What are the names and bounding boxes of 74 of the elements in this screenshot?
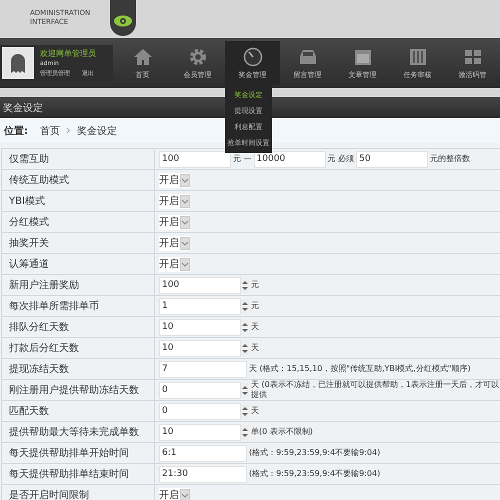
input-field[interactable]: 21:30 bbox=[159, 466, 247, 482]
input-field[interactable]: 6:1 bbox=[159, 444, 247, 462]
input-field[interactable]: 7 bbox=[159, 360, 247, 378]
breadcrumb-label: 位置: bbox=[4, 124, 28, 138]
caret-icon bbox=[180, 174, 190, 186]
settings-icon bbox=[188, 46, 208, 66]
spinner-icon[interactable] bbox=[241, 382, 249, 398]
unit-text: 元 bbox=[251, 280, 259, 290]
number-field[interactable]: 100 bbox=[159, 276, 241, 294]
table-cell: 匹配天数 bbox=[1, 401, 155, 421]
spinner-icon[interactable] bbox=[241, 340, 249, 356]
select-field[interactable]: 开启 bbox=[159, 488, 190, 500]
table-cell: 每天提供帮助排单开始时间 bbox=[1, 443, 155, 463]
number-field[interactable]: 10 bbox=[159, 318, 241, 336]
table-cell: 传统互助模式 bbox=[1, 170, 155, 190]
select-field[interactable]: 开启 bbox=[159, 256, 190, 272]
chevron-icon bbox=[66, 127, 71, 134]
unit-text: 天 (格式：15,15,10，按照"传统互助,YBI模式,分红模式"顺序) bbox=[249, 364, 471, 374]
table-cell: 是否开启时间限制 bbox=[1, 485, 155, 500]
spinner-icon[interactable] bbox=[241, 278, 249, 292]
select-field[interactable]: 开启 bbox=[159, 172, 190, 188]
spinner-icon[interactable] bbox=[241, 320, 249, 334]
caret-icon bbox=[180, 216, 190, 228]
spinner-icon[interactable] bbox=[241, 404, 249, 418]
breadcrumb-link[interactable]: 首页 bbox=[40, 124, 60, 138]
select-field[interactable]: 开启 bbox=[159, 236, 190, 250]
page-title: 奖金设定 bbox=[3, 102, 43, 114]
select-field[interactable]: 开启 bbox=[159, 214, 190, 230]
gauge-icon bbox=[242, 46, 262, 66]
sliders-icon bbox=[408, 46, 428, 66]
breadcrumb-link[interactable]: 奖金设定 bbox=[77, 124, 117, 138]
input-field[interactable]: 100 bbox=[159, 150, 231, 168]
caret-icon bbox=[180, 236, 190, 250]
unit-text: 元 必须 bbox=[328, 154, 354, 164]
input-field[interactable]: 10000 bbox=[254, 150, 326, 168]
select-field[interactable]: 开启 bbox=[159, 194, 190, 208]
welcome-text: 欢迎网单管理员 bbox=[40, 48, 96, 58]
table-cell: 认筹通道 bbox=[1, 254, 155, 274]
unit-text: 天 bbox=[251, 343, 259, 353]
table-cell: 新用户注册奖励 bbox=[1, 275, 155, 295]
spinner-icon[interactable] bbox=[241, 424, 249, 440]
caret-icon bbox=[180, 194, 190, 208]
unit-text: 天 (0表示不冻结，已注册就可以提供帮助，1表示注册一天后，才可以提供 bbox=[251, 380, 500, 400]
number-field[interactable]: 0 bbox=[159, 402, 241, 420]
unit-text: (格式：9:59,23:59,9:4不要输9:04) bbox=[249, 469, 380, 479]
avatar-icon bbox=[2, 47, 34, 79]
unit-text: 元的整倍数 bbox=[430, 154, 470, 164]
unit-text: 单(0 表示不限制) bbox=[251, 427, 313, 437]
unit-text: 天 bbox=[251, 406, 259, 416]
caret-icon bbox=[180, 258, 190, 270]
home-icon bbox=[132, 46, 152, 66]
number-field[interactable]: 10 bbox=[159, 340, 241, 356]
table-cell: 刚注册用户提供帮助冻结天数 bbox=[1, 380, 155, 400]
table-cell: 仅需互助 bbox=[1, 149, 155, 169]
caret-icon bbox=[180, 488, 190, 500]
table-cell: 抽奖开关 bbox=[1, 233, 155, 253]
number-field[interactable]: 0 bbox=[159, 382, 241, 398]
input-field[interactable]: 50 bbox=[356, 150, 428, 168]
eye-icon bbox=[110, 0, 136, 36]
number-field[interactable]: 1 bbox=[159, 298, 241, 314]
unit-text: (格式：9:59,23:59,9:4不要输9:04) bbox=[249, 448, 380, 458]
table-cell: 排队分红天数 bbox=[1, 317, 155, 337]
unit-text: 元 bbox=[251, 301, 259, 311]
table-cell: 每次排单所需排单币 bbox=[1, 296, 155, 316]
table-cell: YBI模式 bbox=[1, 191, 155, 211]
unit-text: 元 — bbox=[233, 154, 252, 164]
table-cell: 每天提供帮助排单结束时间 bbox=[1, 464, 155, 484]
table-cell: 提现冻结天数 bbox=[1, 359, 155, 379]
table-cell: 分红模式 bbox=[1, 212, 155, 232]
unit-text: 天 bbox=[251, 322, 259, 332]
table-cell: 提供帮助最大等待未完成单数 bbox=[1, 422, 155, 442]
number-field[interactable]: 10 bbox=[159, 424, 241, 440]
spinner-icon[interactable] bbox=[241, 298, 249, 314]
table-cell: 打款后分红天数 bbox=[1, 338, 155, 358]
